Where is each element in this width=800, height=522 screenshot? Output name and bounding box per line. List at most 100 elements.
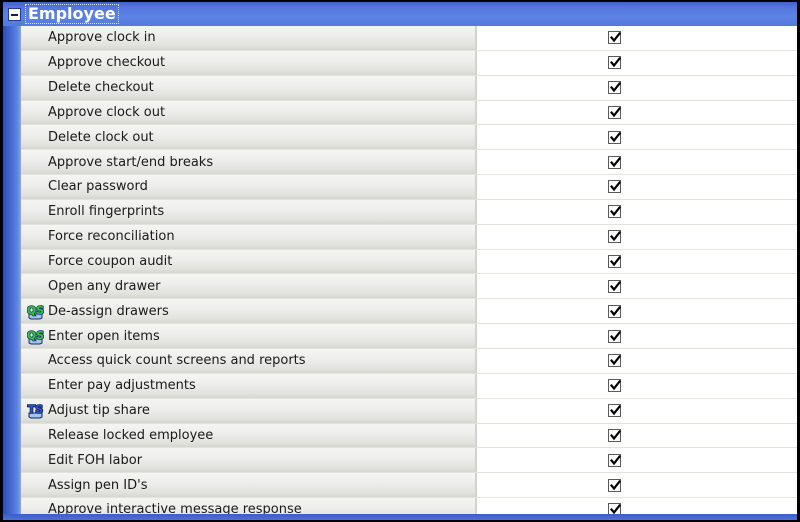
permission-label-cell: TS Adjust tip share [21,398,477,423]
permission-checkbox[interactable] [608,404,621,418]
permission-checkbox[interactable] [608,180,621,194]
quick-service-icon: QS [27,328,44,345]
svg-text:QS: QS [27,304,44,317]
permission-label-cell: Release locked employee [21,423,477,448]
permission-label-cell: QS De-assign drawers [21,299,477,324]
permission-checkbox[interactable] [608,354,621,368]
permission-checkbox[interactable] [608,105,621,119]
permission-label: Delete clock out [48,129,154,145]
permission-label-cell: Approve start/end breaks [21,150,477,175]
permission-value-cell [477,150,797,175]
svg-text:QS: QS [27,329,44,342]
permission-value-cell [477,299,797,324]
permission-label: Access quick count screens and reports [48,353,306,369]
table-row[interactable]: Open any drawer [21,274,797,300]
permission-value-cell [477,26,797,50]
permission-label-cell: Edit FOH labor [21,448,477,473]
permission-checkbox[interactable] [608,130,621,144]
permission-checkbox[interactable] [608,428,621,442]
permission-label-cell: Approve clock out [21,100,477,125]
permission-value-cell [477,224,797,249]
permission-label-cell: Access quick count screens and reports [21,348,477,373]
table-row[interactable]: Release locked employee [21,423,797,449]
permission-label: Adjust tip share [48,403,150,419]
permission-checkbox[interactable] [608,279,621,293]
next-section-header-partial[interactable] [3,514,797,520]
table-row[interactable]: Approve clock out [21,100,797,126]
permission-value-cell [477,199,797,224]
permission-checkbox[interactable] [608,329,621,343]
permission-checkbox[interactable] [608,230,621,244]
permission-checkbox[interactable] [608,453,621,467]
permission-label: Release locked employee [48,427,214,443]
permission-label: Edit FOH labor [48,452,143,468]
permission-label: Assign pen ID's [48,477,148,493]
permission-value-cell [477,175,797,199]
permission-label-cell: Enter pay adjustments [21,373,477,398]
permission-label-cell: Approve clock in [21,26,477,50]
permission-value-cell [477,373,797,398]
table-row[interactable]: Enroll fingerprints [21,199,797,225]
table-row[interactable]: Delete clock out [21,125,797,151]
permission-checkbox[interactable] [608,379,621,393]
permission-checkbox[interactable] [608,255,621,269]
permission-value-cell [477,100,797,125]
permissions-frame: Employee Approve clock in Approve checkou… [3,2,797,520]
table-row[interactable]: Enter pay adjustments [21,373,797,399]
permission-label: Clear password [48,179,148,195]
table-row[interactable]: QS Enter open items [21,324,797,349]
permission-label-cell: Force coupon audit [21,249,477,274]
permission-checkbox[interactable] [608,478,621,492]
table-row[interactable]: Approve checkout [21,50,797,76]
permission-label-cell: Delete clock out [21,125,477,150]
permission-label-cell: Delete checkout [21,75,477,100]
table-row[interactable]: Force coupon audit [21,249,797,275]
table-row[interactable]: Approve clock in [21,26,797,51]
quick-service-icon: QS [27,303,44,320]
permission-value-cell [477,423,797,448]
svg-text:TS: TS [28,403,44,416]
permission-checkbox[interactable] [608,304,621,318]
permission-label-cell: Open any drawer [21,274,477,299]
permission-label-cell: Enroll fingerprints [21,199,477,224]
permission-value-cell [477,473,797,498]
permission-value-cell [477,249,797,274]
table-row[interactable]: Clear password [21,175,797,200]
permission-label-cell: QS Enter open items [21,324,477,348]
permission-checkbox[interactable] [608,81,621,95]
permission-checkbox[interactable] [608,31,621,45]
table-row[interactable]: TS Adjust tip share [21,398,797,424]
table-row[interactable]: Approve start/end breaks [21,150,797,176]
permissions-window: Employee Approve clock in Approve checkou… [0,0,800,522]
permission-label: Approve checkout [48,55,166,71]
permission-value-cell [477,274,797,299]
permission-label-cell: Clear password [21,175,477,199]
table-row[interactable]: Edit FOH labor [21,448,797,474]
permission-label: Delete checkout [48,80,154,96]
permission-checkbox[interactable] [608,56,621,70]
permission-label-cell: Assign pen ID's [21,473,477,498]
table-row[interactable]: Access quick count screens and reports [21,348,797,374]
table-row[interactable]: Delete checkout [21,75,797,101]
table-row[interactable]: Force reconciliation [21,224,797,250]
permission-label: Approve start/end breaks [48,154,214,170]
minus-icon[interactable] [8,7,21,21]
permissions-list: Approve clock in Approve checkout Delete c… [21,26,797,520]
table-row[interactable]: QS De-assign drawers [21,299,797,325]
permission-label: Approve clock out [48,104,166,120]
permission-label: Enter open items [48,328,160,344]
permission-value-cell [477,348,797,373]
permission-label-cell: Force reconciliation [21,224,477,249]
permission-checkbox[interactable] [608,155,621,169]
permission-label: Approve clock in [48,30,156,46]
permission-value-cell [477,50,797,75]
page-title: Employee [28,4,116,23]
table-row[interactable]: Assign pen ID's [21,473,797,499]
permission-value-cell [477,448,797,473]
section-header-employee[interactable]: Employee [3,2,797,26]
permission-label: Enroll fingerprints [48,204,165,220]
left-accent-strip [3,2,21,520]
permission-label: De-assign drawers [48,303,169,319]
permission-checkbox[interactable] [608,205,621,219]
permission-value-cell [477,125,797,150]
